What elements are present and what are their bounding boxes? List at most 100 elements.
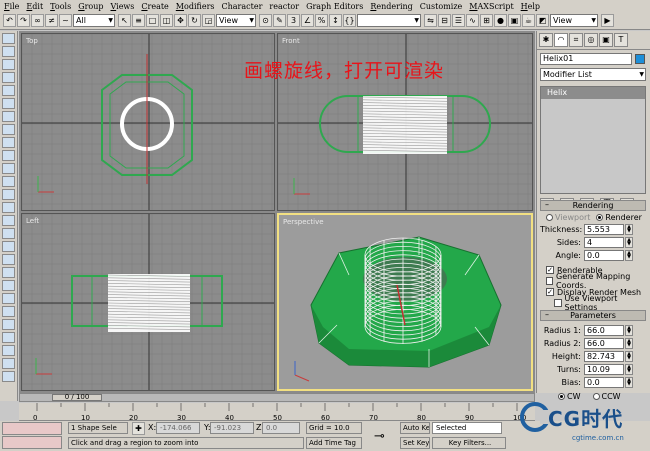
display-tab-icon[interactable]: ▣: [599, 33, 613, 47]
lock-selection-icon[interactable]: ✚: [132, 422, 145, 435]
curve-editor-icon[interactable]: ∿: [466, 14, 479, 27]
reactor-tool-icon[interactable]: [2, 202, 15, 213]
menu-item-8[interactable]: reactor: [269, 2, 299, 11]
mirror-icon[interactable]: ⇋: [424, 14, 437, 27]
reactor-tool-icon[interactable]: [2, 241, 15, 252]
region-select-icon[interactable]: □: [146, 14, 159, 27]
layer-manager-icon[interactable]: ☰: [452, 14, 465, 27]
reactor-tool-icon[interactable]: [2, 150, 15, 161]
reactor-tool-icon[interactable]: [2, 189, 15, 200]
renderer-radio[interactable]: [596, 214, 604, 221]
menu-item-12[interactable]: MAXScript: [469, 2, 513, 11]
reactor-tool-icon[interactable]: [2, 72, 15, 83]
reference-coordinate-dropdown[interactable]: View: [216, 14, 256, 27]
object-color-swatch[interactable]: [635, 54, 645, 64]
use-viewport-settings-checkbox[interactable]: Use Viewport Settings: [554, 294, 646, 312]
generate-mapping-checkbox[interactable]: Generate Mapping Coords.: [546, 272, 646, 290]
set-key-button[interactable]: Set Key: [400, 437, 430, 449]
bind-spacewarp-icon[interactable]: ~: [59, 14, 72, 27]
bias-input[interactable]: 0.0: [584, 376, 624, 388]
named-selection-sets-dropdown[interactable]: [357, 14, 421, 27]
menu-item-11[interactable]: Customize: [420, 2, 463, 11]
reactor-tool-icon[interactable]: [2, 176, 15, 187]
reactor-tool-icon[interactable]: [2, 267, 15, 278]
unlink-icon[interactable]: ≠: [45, 14, 58, 27]
menu-item-3[interactable]: Group: [78, 2, 103, 11]
reactor-tool-icon[interactable]: [2, 228, 15, 239]
viewport-label-top[interactable]: Top: [26, 37, 38, 45]
reactor-tool-icon[interactable]: [2, 345, 15, 356]
select-by-name-icon[interactable]: ≡: [132, 14, 145, 27]
turns-input[interactable]: 10.09: [584, 363, 624, 375]
menu-item-6[interactable]: Modifiers: [176, 2, 215, 11]
menu-item-1[interactable]: Edit: [26, 2, 43, 11]
angle-spinner[interactable]: ▲ ▼: [625, 249, 633, 261]
material-editor-icon[interactable]: ●: [494, 14, 507, 27]
rendering-rollout-header[interactable]: Rendering: [540, 200, 646, 211]
viewport-radio[interactable]: [546, 214, 553, 221]
reactor-tool-icon[interactable]: [2, 137, 15, 148]
radius2-input[interactable]: 66.0: [584, 337, 624, 349]
render-type-dropdown[interactable]: View: [550, 14, 598, 27]
set-key-icon[interactable]: ⊸: [374, 429, 385, 444]
thickness-input[interactable]: 5.553: [584, 223, 624, 235]
reactor-tool-icon[interactable]: [2, 124, 15, 135]
angle-input[interactable]: 0.0: [584, 249, 624, 261]
z-coordinate-field[interactable]: 0.0: [262, 422, 300, 434]
redo-icon[interactable]: ↷: [17, 14, 30, 27]
menu-item-5[interactable]: Create: [141, 2, 168, 11]
key-filters-button[interactable]: Key Filters...: [432, 437, 506, 449]
spinner-snap-icon[interactable]: ↕: [329, 14, 342, 27]
menu-item-7[interactable]: Character: [222, 2, 263, 11]
reactor-tool-icon[interactable]: [2, 358, 15, 369]
snap-icon[interactable]: 3: [287, 14, 300, 27]
radius1-input[interactable]: 66.0: [584, 324, 624, 336]
bias-spinner[interactable]: ▲ ▼: [625, 376, 633, 388]
render-scene-icon[interactable]: ▣: [508, 14, 521, 27]
quick-render-icon[interactable]: ☕: [522, 14, 535, 27]
link-icon[interactable]: ∞: [31, 14, 44, 27]
add-time-tag-button[interactable]: Add Time Tag: [306, 437, 362, 449]
maxscript-listener-mini[interactable]: [2, 422, 62, 435]
rotate-icon[interactable]: ↻: [188, 14, 201, 27]
select-icon[interactable]: ↖: [118, 14, 131, 27]
reactor-tool-icon[interactable]: [2, 332, 15, 343]
height-input[interactable]: 82.743: [584, 350, 624, 362]
left-viewport[interactable]: Left: [21, 213, 275, 391]
motion-tab-icon[interactable]: ◎: [584, 33, 598, 47]
maxscript-listener-output[interactable]: [2, 436, 62, 449]
reactor-tool-icon[interactable]: [2, 111, 15, 122]
viewport-label-left[interactable]: Left: [26, 217, 39, 225]
sides-spinner[interactable]: ▲ ▼: [625, 236, 633, 248]
align-icon[interactable]: ⊟: [438, 14, 451, 27]
window-crossing-icon[interactable]: ◫: [160, 14, 173, 27]
utilities-tab-icon[interactable]: T: [614, 33, 628, 47]
viewport-label-front[interactable]: Front: [282, 37, 300, 45]
auto-key-button[interactable]: Auto Key: [400, 422, 430, 434]
render-last-icon[interactable]: ▶: [601, 14, 614, 27]
reactor-tool-icon[interactable]: [2, 33, 15, 44]
viewport-label-perspective[interactable]: Perspective: [283, 218, 324, 226]
menu-item-4[interactable]: Views: [111, 2, 135, 11]
reactor-tool-icon[interactable]: [2, 85, 15, 96]
select-manipulate-icon[interactable]: ✎: [273, 14, 286, 27]
x-coordinate-field[interactable]: -174.066: [156, 422, 200, 434]
menu-item-0[interactable]: File: [4, 2, 19, 11]
sides-input[interactable]: 4: [584, 236, 624, 248]
render-type-icon[interactable]: ◩: [536, 14, 549, 27]
named-selection-icon[interactable]: {}: [343, 14, 356, 27]
menu-item-2[interactable]: Tools: [50, 2, 71, 11]
move-icon[interactable]: ✥: [174, 14, 187, 27]
reactor-tool-icon[interactable]: [2, 254, 15, 265]
stack-item-helix[interactable]: Helix: [541, 87, 645, 99]
track-bar[interactable]: 0 10 20 30 40 50 60 70 80 90 100: [19, 403, 535, 422]
turns-spinner[interactable]: ▲ ▼: [625, 363, 633, 375]
reactor-tool-icon[interactable]: [2, 98, 15, 109]
hierarchy-tab-icon[interactable]: ⌗: [569, 33, 583, 47]
menu-item-9[interactable]: Graph Editors: [306, 2, 363, 11]
percent-snap-icon[interactable]: %: [315, 14, 328, 27]
reactor-tool-icon[interactable]: [2, 293, 15, 304]
height-spinner[interactable]: ▲ ▼: [625, 350, 633, 362]
thickness-spinner[interactable]: ▲ ▼: [625, 223, 633, 235]
schematic-view-icon[interactable]: ⊞: [480, 14, 493, 27]
